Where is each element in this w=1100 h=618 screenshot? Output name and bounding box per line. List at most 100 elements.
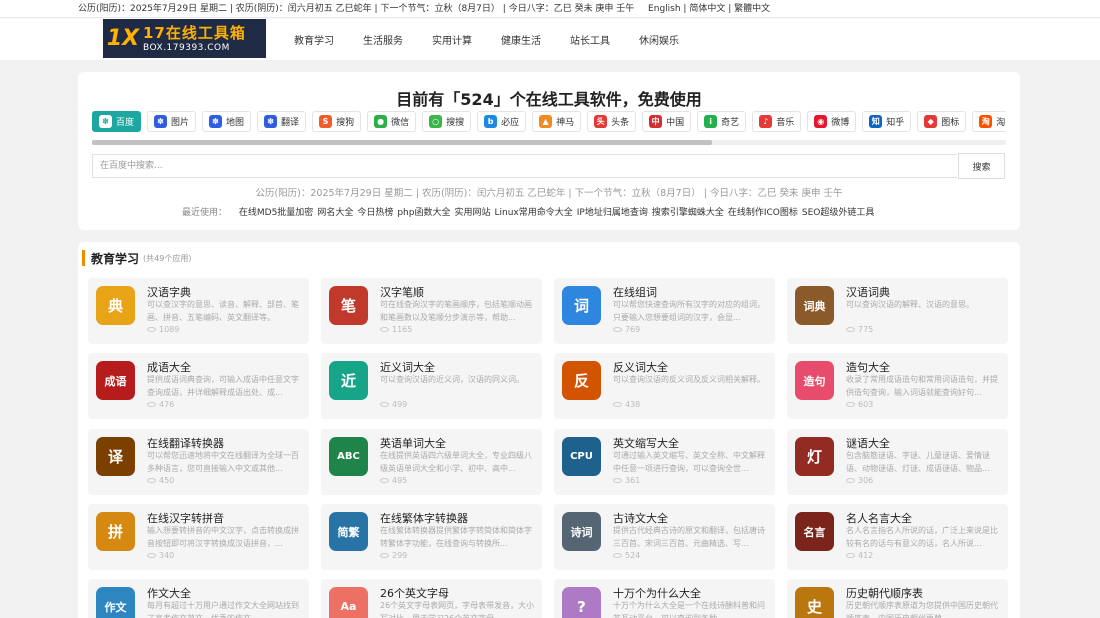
category-count: (共49个应用) [143, 253, 192, 263]
nav-life-services[interactable]: 生活服务 [363, 32, 403, 47]
poem-icon: 诗词 [562, 512, 601, 551]
tool-card[interactable]: 灯谜语大全 包含脑筋谜语、字谜、儿童谜语、爱情谜语、动物谜语、灯谜、成语谜语、物品… [787, 429, 1008, 495]
tool-card[interactable]: 拼在线汉字转拼音 输入想要转拼音的中文汉字，点击转换成拼音按钮即可将汉字转换成汉语… [88, 504, 309, 570]
abc-book-icon: ABC [329, 437, 368, 476]
search-button[interactable]: 搜索 [958, 153, 1005, 179]
tool-name: 汉字笔顺 [380, 286, 424, 299]
engine-tab[interactable]: ○ 搜搜 [422, 111, 472, 132]
engine-scrollbar-thumb[interactable] [92, 140, 712, 145]
engine-tab-label: 翻译 [281, 118, 300, 128]
engine-tab[interactable]: S 搜狗 [312, 111, 362, 132]
main-nav: 教育学习 生活服务 实用计算 健康生活 站长工具 休闲娱乐 [294, 18, 708, 60]
tool-card[interactable]: 译在线翻译转换器 可以帮您迅速地将中文在线翻译为全球一百多种语言，您可直接输入中文… [88, 429, 309, 495]
question-icon: ? [562, 587, 601, 618]
tool-view-number: 603 [858, 400, 874, 409]
recent-tool-link[interactable]: 在线MD5批量加密 [239, 208, 313, 218]
tool-card[interactable]: ? 十万个为什么大全 十万个为什么大全是一个在线诗酬科普和问答互动平台，可以查询到各… [554, 579, 775, 618]
tool-card[interactable]: 词典 汉语词典 可以查询汉语的解释、汉语的意思。 775 [787, 278, 1008, 344]
engine-tab[interactable]: 淘淘 [972, 111, 1006, 132]
tool-card[interactable]: Aa 26个英文字母 26个英文字母表网页，字母表带发音，大小写对比，用于学习26个… [321, 579, 542, 618]
paw-icon: ✽ [264, 115, 278, 128]
quote-icon: 名言 [795, 512, 834, 551]
search-input[interactable] [92, 154, 957, 178]
recent-tool-link[interactable]: 今日热榜 [357, 208, 393, 218]
engine-tab[interactable]: ✽ 翻译 [257, 111, 307, 132]
logo-title: 17在线工具箱 [143, 23, 246, 42]
engine-tab-label: 图片 [171, 118, 190, 128]
recent-tool-link[interactable]: IP地址归属地查询 [577, 208, 648, 218]
tool-view-number: 438 [625, 400, 641, 409]
recent-label: 最近使用： [182, 208, 228, 218]
tool-card[interactable]: 作文 作文大全 每月有超过十万用户通过作文大全网站找到了高考作文范文，优秀的作文..… [88, 579, 309, 618]
recent-tool-link[interactable]: Linux常用命令大全 [495, 208, 573, 218]
tool-view-number: 495 [392, 476, 408, 485]
zhihu-icon: 知 [869, 115, 883, 128]
tool-name: 历史朝代顺序表 [846, 587, 923, 600]
engine-tab[interactable]: ● 微信 [367, 111, 417, 132]
tool-card[interactable]: CPU 英文缩写大全 可通过输入英文缩写、英文全称、中文解释中任意一项进行查询，可以… [554, 429, 775, 495]
engine-tab[interactable]: 头头条 [587, 111, 637, 132]
lang-english-link[interactable]: English [648, 4, 681, 14]
engine-tab[interactable]: ✽ 图片 [147, 111, 197, 132]
scroll-icon: 史 [795, 587, 834, 618]
engine-tab-label: 中国 [666, 118, 685, 128]
engine-tab-label: 奇艺 [721, 118, 740, 128]
tool-view-number: 524 [625, 551, 641, 560]
tool-description: 26个英文字母表网页，字母表带发音，大小写对比，用于学习26个英文字母... [380, 601, 535, 618]
lang-simplified-link[interactable]: 简体中文 [689, 4, 725, 14]
tool-view-number: 1165 [392, 325, 413, 334]
recent-tool-link[interactable]: 网名大全 [317, 208, 353, 218]
shenma-icon: ▲ [539, 115, 553, 128]
lang-traditional-link[interactable]: 繁體中文 [734, 4, 770, 14]
recent-tool-link[interactable]: 搜索引擎蜘蛛大全 [652, 208, 724, 218]
traditional-icon: 简繁 [329, 512, 368, 551]
tool-name: 汉语字典 [147, 286, 191, 299]
nav-health[interactable]: 健康生活 [501, 32, 541, 47]
tool-name: 在线翻译转换器 [147, 437, 224, 450]
nav-entertainment[interactable]: 休闲娱乐 [639, 32, 679, 47]
nav-calculators[interactable]: 实用计算 [432, 32, 472, 47]
recent-tool-link[interactable]: 在线制作ICO图标 [728, 208, 798, 218]
engine-tab[interactable]: ◆ 图标 [917, 111, 967, 132]
tool-name: 十万个为什么大全 [613, 587, 701, 600]
engine-scrollbar[interactable] [92, 140, 1006, 145]
engine-tab[interactable]: 中中国 [642, 111, 692, 132]
tool-card[interactable]: ABC 英语单词大全 在线提供英语四六级单词大全，专业四级八级英语单词大全和小学、初… [321, 429, 542, 495]
tool-card[interactable]: 反反义词大全 可以查询汉语的反义词及反义词相关解释。 438 [554, 353, 775, 419]
engine-tab[interactable]: ▲ 神马 [532, 111, 582, 132]
tool-card[interactable]: 典汉语字典 可以查汉字的意思、读音、解释、部首、笔画、拼音、五笔编码、英文翻译等。… [88, 278, 309, 344]
engine-tab-label: 知乎 [886, 118, 905, 128]
engine-tab[interactable]: b 必应 [477, 111, 527, 132]
tool-card[interactable]: 名言 名人名言大全 名人名言指名人所说的话，广泛上来说是比较有名的话与有意义的话，名… [787, 504, 1008, 570]
engine-tab[interactable]: i 奇艺 [697, 111, 747, 132]
tool-card[interactable]: 诗词 古诗文大全 提供古代经典古诗的原文和翻译，包括唐诗三百首、宋词三百首、元曲精选… [554, 504, 775, 570]
engine-tab[interactable]: ✽ 百度 [92, 111, 142, 132]
tool-card[interactable]: 笔汉字笔顺 可在线查询汉字的笔画顺序，包括笔顺动画和笔画数以及笔顺分步演示等，帮助… [321, 278, 542, 344]
tool-card[interactable]: 造句 造句大全 收录了常用成语造句和常用词语造句，并提供造句查询，输入词语就能查询好… [787, 353, 1008, 419]
eye-icon [147, 402, 156, 407]
engine-tab[interactable]: ♪ 音乐 [752, 111, 802, 132]
nav-webmaster-tools[interactable]: 站长工具 [570, 32, 610, 47]
eye-icon [147, 553, 156, 558]
page-headline: 目前有「524」个在线工具软件，免费使用 [396, 90, 702, 109]
nav-education[interactable]: 教育学习 [294, 32, 334, 47]
tool-card[interactable]: 简繁 在线繁体字转换器 在线繁体转换器提供繁体字转简体和简体字转繁体字功能，在线查询… [321, 504, 542, 570]
recent-tool-link[interactable]: SEO超级外链工具 [802, 208, 874, 218]
tool-card[interactable]: 近近义词大全 可以查询汉语的近义词，汉语的同义词。 499 [321, 353, 542, 419]
tool-card[interactable]: 成语 成语大全 提供成语词典查询，可输入成语中任意文字查询成语，并详细解释成语出处、… [88, 353, 309, 419]
site-logo[interactable]: 1X 17在线工具箱 BOX.179393.COM [103, 19, 266, 58]
engine-tab[interactable]: 知知乎 [862, 111, 912, 132]
engine-tab-label: 搜搜 [446, 118, 465, 128]
tool-description: 十万个为什么大全是一个在线诗酬科普和问答互动平台，可以查询到各种... [613, 601, 765, 618]
soso-icon: ○ [429, 115, 443, 128]
engine-tab[interactable]: ✽ 地图 [202, 111, 252, 132]
tool-card[interactable]: 史历史朝代顺序表 历史朝代顺序表原道为您提供中国历史朝代顺序表，中国历史朝代更替.… [787, 579, 1008, 618]
engine-tab[interactable]: ◉ 微博 [807, 111, 857, 132]
eye-icon [147, 327, 156, 332]
recent-tool-link[interactable]: 实用网站 [454, 208, 490, 218]
engine-tab-label: 百度 [116, 118, 135, 128]
tool-card[interactable]: 词在线组词 可以帮您快速查询所有汉字的对应的组词，只要输入您想要组词的汉字，会显.… [554, 278, 775, 344]
recent-tool-link[interactable]: php函数大全 [397, 208, 450, 218]
iconfont-icon: ◆ [924, 115, 938, 128]
music-icon: ♪ [759, 115, 773, 128]
